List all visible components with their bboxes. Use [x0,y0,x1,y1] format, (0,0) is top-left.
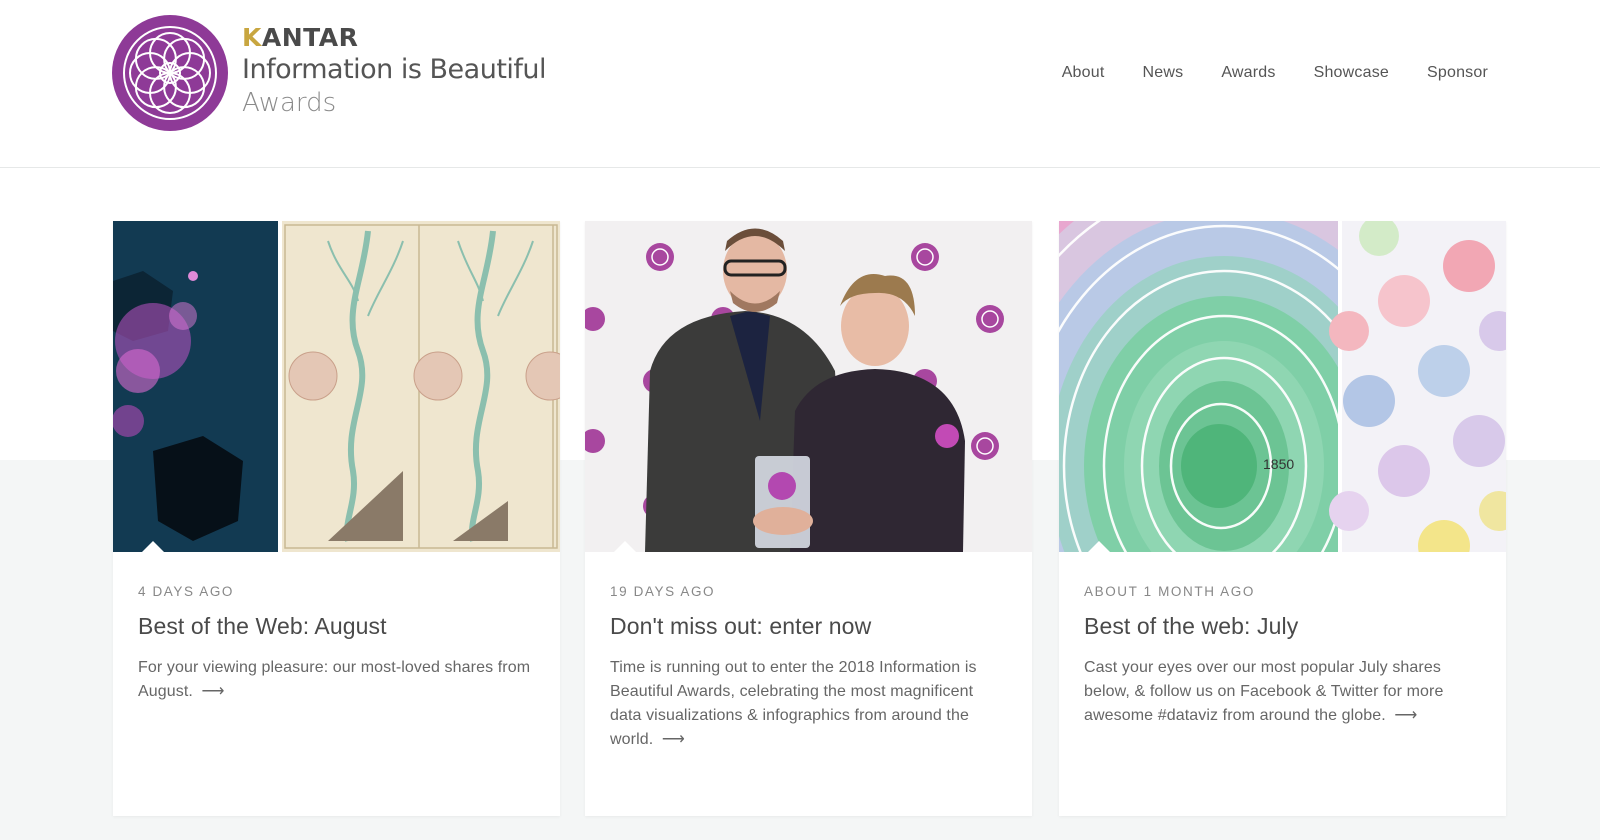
card-excerpt-text: Cast your eyes over our most popular Jul… [1084,659,1444,724]
rosette-logo-icon [112,15,228,131]
nav-awards[interactable]: Awards [1221,64,1275,82]
card-image [113,221,560,552]
arrow-right-icon: ⟶ [1394,707,1418,724]
card-body: 19 days ago Don't miss out: enter now Ti… [585,552,1032,752]
tree-rings-chart-types-image: 1850 [1059,221,1506,552]
brand-kantar-rest: ANTAR [261,23,359,52]
card-image [585,221,1032,552]
brand-subtitle: Awards [242,88,337,118]
image-notch [613,541,637,552]
card-date: 4 days ago [138,584,235,599]
world-map-river-chart-image [113,221,560,552]
brand-title: Information is Beautiful [242,54,547,85]
card-excerpt-text: For your viewing pleasure: our most-love… [138,659,531,700]
tree-ring-year-label: 1850 [1263,456,1294,472]
card-body: about 1 month ago Best of the web: July … [1059,552,1506,728]
news-card[interactable]: 19 days ago Don't miss out: enter now Ti… [585,221,1032,816]
card-title: Don't miss out: enter now [610,613,872,639]
card-date: 19 days ago [610,584,716,599]
nav-news[interactable]: News [1143,64,1184,82]
arrow-right-icon: ⟶ [661,731,685,748]
card-title: Best of the Web: August [138,613,387,639]
nav-about[interactable]: About [1062,64,1105,82]
nav-sponsor[interactable]: Sponsor [1427,64,1488,82]
brand-kantar: KANTAR [242,25,546,50]
news-card[interactable]: 4 days ago Best of the Web: August For y… [113,221,560,816]
card-date: about 1 month ago [1084,584,1255,599]
card-excerpt: For your viewing pleasure: our most-love… [138,656,535,704]
brand-kantar-initial: K [242,23,262,52]
award-winners-photo-image [585,221,1032,552]
main-nav: About News Awards Showcase Sponsor [1024,64,1488,82]
image-notch [1087,541,1111,552]
card-image: 1850 [1059,221,1506,552]
card-excerpt: Cast your eyes over our most popular Jul… [1084,656,1481,728]
nav-showcase[interactable]: Showcase [1314,64,1389,82]
card-excerpt: Time is running out to enter the 2018 In… [610,656,1007,752]
card-title: Best of the web: July [1084,613,1299,639]
brand-wordmark: KANTAR Information is Beautiful Awards [242,25,547,118]
news-card[interactable]: 1850 about 1 month ago Best of the web: … [1059,221,1506,816]
arrow-right-icon: ⟶ [201,683,225,700]
home-logo-link[interactable]: KANTAR Information is Beautiful Awards [112,15,562,135]
image-notch [141,541,165,552]
site-header: KANTAR Information is Beautiful Awards A… [0,0,1600,168]
card-body: 4 days ago Best of the Web: August For y… [113,552,560,704]
